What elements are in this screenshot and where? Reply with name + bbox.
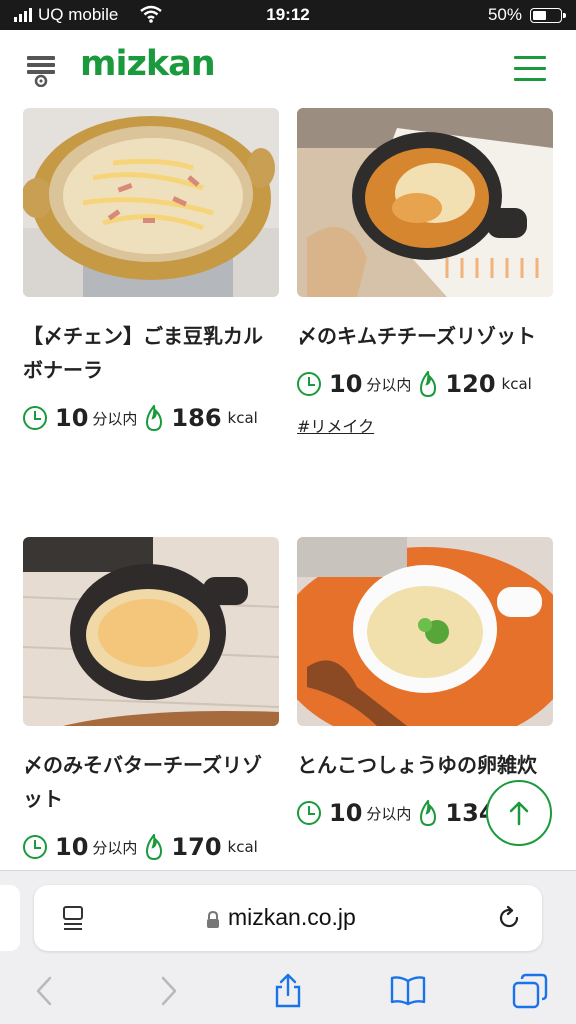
flame-icon [146, 405, 163, 431]
previous-tab-preview[interactable] [0, 885, 20, 951]
cook-time-unit: 分以内 [92, 838, 138, 857]
recipe-title[interactable]: 〆のキムチチーズリゾット [297, 319, 553, 353]
url-text[interactable]: mizkan.co.jp [228, 904, 356, 931]
recipe-grid: 【〆チェン】ごま豆乳カルボナーラ 10 分以内 186 kcal 〆のキムチチー… [0, 108, 576, 870]
clock-icon [23, 835, 47, 859]
battery-percent: 50% [487, 5, 522, 24]
recipe-meta: 10 分以内 186 kcal [23, 403, 279, 433]
clock-icon [23, 406, 47, 430]
site-header: mizkan [0, 30, 576, 108]
browser-toolbar [0, 969, 576, 1013]
recipe-card[interactable]: 〆のみそバターチーズリゾット 10 分以内 170 kcal [23, 537, 279, 862]
cook-time-unit: 分以内 [92, 409, 138, 428]
recipe-title[interactable]: 【〆チェン】ごま豆乳カルボナーラ [23, 319, 279, 387]
cook-time-value: 10 [55, 404, 89, 432]
recipe-title[interactable]: 〆のみそバターチーズリゾット [23, 748, 279, 816]
cook-time-value: 10 [55, 833, 89, 861]
recipe-meta: 10 分以内 170 kcal [23, 832, 279, 862]
calorie-unit: kcal [501, 375, 532, 393]
recipe-tag-link[interactable]: #リメイク [297, 413, 374, 437]
share-icon[interactable] [270, 973, 306, 1009]
cook-time-unit: 分以内 [366, 804, 412, 823]
hamburger-menu-icon[interactable] [514, 56, 546, 82]
flame-icon [146, 834, 163, 860]
calorie-unit: kcal [227, 409, 258, 427]
recipe-card[interactable]: 〆のキムチチーズリゾット 10 分以内 120 kcal #リメイク [297, 108, 553, 437]
recipe-title[interactable]: とんこつしょうゆの卵雑炊 [297, 748, 553, 782]
recipe-meta: 10 分以内 120 kcal [297, 369, 553, 399]
calorie-value: 186 [171, 404, 222, 432]
flame-icon [420, 800, 437, 826]
cook-time-value: 10 [329, 799, 363, 827]
forward-icon[interactable] [150, 973, 186, 1009]
back-icon[interactable] [27, 973, 63, 1009]
recipe-photo-miso-butter-risotto[interactable] [23, 537, 279, 726]
calorie-value: 170 [171, 833, 222, 861]
battery-icon [530, 8, 566, 23]
scroll-to-top-button[interactable] [486, 780, 552, 846]
tabs-icon[interactable] [512, 973, 548, 1009]
calorie-value: 120 [445, 370, 496, 398]
recipe-photo-kimchi-risotto[interactable] [297, 108, 553, 297]
mizkan-logo[interactable]: mizkan [80, 44, 216, 84]
reload-icon[interactable] [496, 905, 522, 931]
recipe-photo-tonkotsu-zosui[interactable] [297, 537, 553, 726]
clock-icon [297, 372, 321, 396]
calorie-unit: kcal [227, 838, 258, 856]
browser-chrome: mizkan.co.jp [0, 870, 576, 1024]
page-menu-icon[interactable] [62, 905, 84, 931]
lock-icon [207, 911, 219, 928]
history-icon[interactable] [26, 55, 56, 87]
recipe-photo-carbonara[interactable] [23, 108, 279, 297]
flame-icon [420, 371, 437, 397]
cook-time-value: 10 [329, 370, 363, 398]
cook-time-unit: 分以内 [366, 375, 412, 394]
arrow-up-icon [509, 801, 529, 826]
status-bar: UQ mobile 19:12 50% [0, 0, 576, 30]
bookmarks-icon[interactable] [390, 973, 426, 1009]
recipe-card[interactable]: 【〆チェン】ごま豆乳カルボナーラ 10 分以内 186 kcal [23, 108, 279, 433]
address-bar[interactable]: mizkan.co.jp [34, 885, 542, 951]
clock-icon [297, 801, 321, 825]
